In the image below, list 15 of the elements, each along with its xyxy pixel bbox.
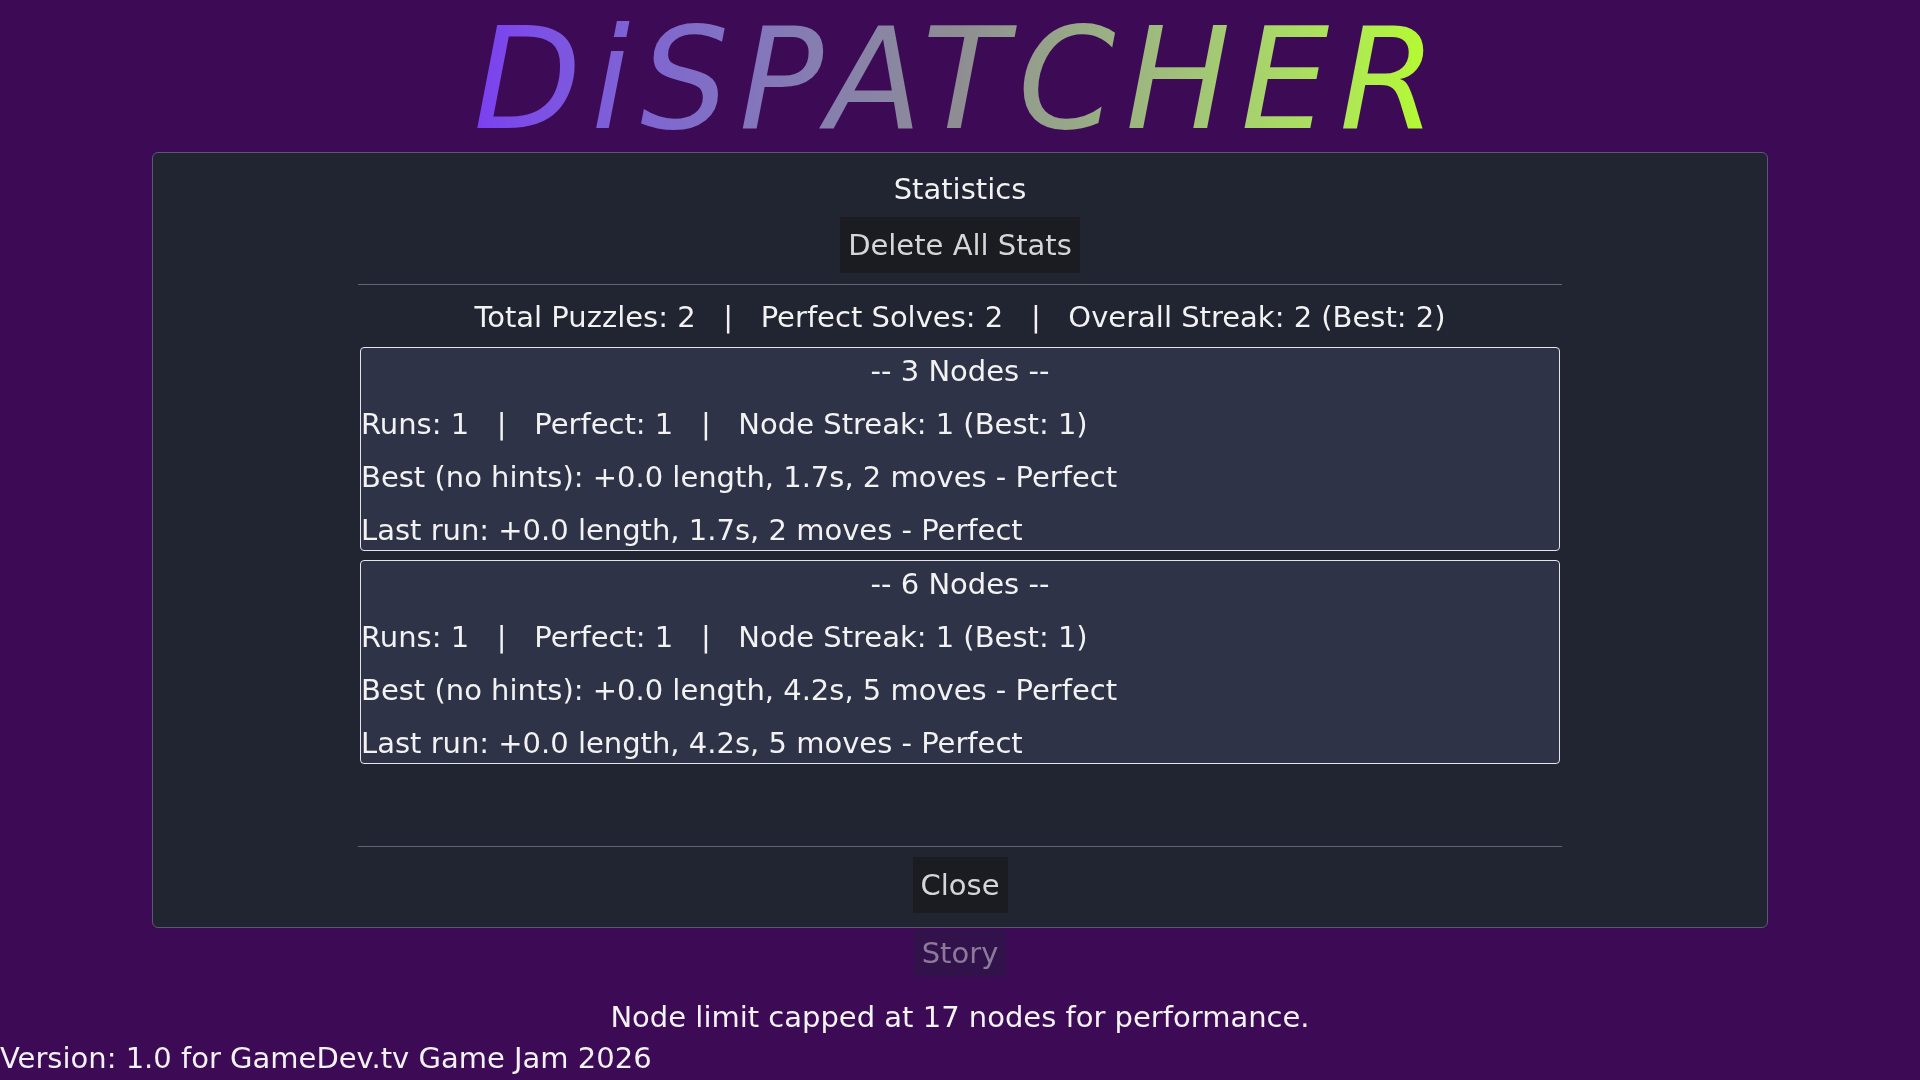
dialog-title: Statistics <box>893 171 1027 207</box>
stat-line: Runs: 1 | Perfect: 1 | Node Streak: 1 (Best: 1) <box>361 619 1088 655</box>
stat-line: Runs: 1 | Perfect: 1 | Node Streak: 1 (Best: 1) <box>361 406 1088 442</box>
story-button[interactable]: Story <box>913 930 1007 976</box>
delete-button[interactable]: Delete All Stats <box>840 217 1080 273</box>
stat-line: Best (no hints): +0.0 length, 4.2s, 5 moves - Perfect <box>361 672 1118 708</box>
close-button[interactable]: Close <box>912 857 1008 913</box>
card-heading: -- 3 Nodes -- <box>869 353 1051 389</box>
stat-line: Last run: +0.0 length, 1.7s, 2 moves - Perfect <box>361 512 1023 548</box>
card-heading: -- 6 Nodes -- <box>869 566 1051 602</box>
stat-line: Best (no hints): +0.0 length, 1.7s, 2 moves - Perfect <box>361 459 1118 495</box>
version-text: Version: 1.0 for GameDev.tv Game Jam 2026 <box>0 1040 652 1076</box>
stat-line: Last run: +0.0 length, 4.2s, 5 moves - Perfect <box>361 725 1023 761</box>
notice-text: Node limit capped at 17 nodes for performance. <box>609 999 1311 1035</box>
summary-text: Total Puzzles: 2 | Perfect Solves: 2 | Overall Streak: 2 (Best: 2) <box>474 299 1446 335</box>
